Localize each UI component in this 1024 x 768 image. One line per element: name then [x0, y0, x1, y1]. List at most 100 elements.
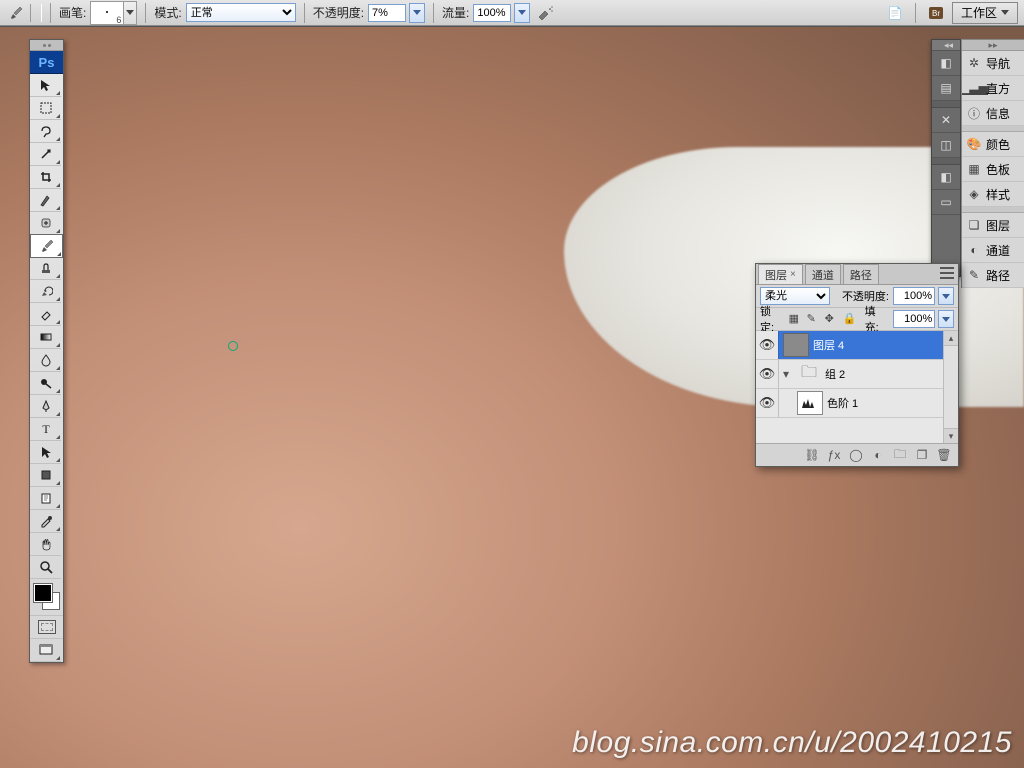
- paths-icon: ✎: [966, 267, 982, 283]
- color-swatches[interactable]: [30, 579, 63, 616]
- scrollbar[interactable]: [943, 331, 958, 443]
- layer-name[interactable]: 组 2: [825, 366, 845, 382]
- brush-tool[interactable]: [30, 234, 63, 258]
- pen-tool[interactable]: [30, 395, 61, 418]
- airbrush-toggle-icon[interactable]: [536, 3, 556, 23]
- histogram-icon: ▁▃▅: [966, 80, 982, 96]
- zoom-tool[interactable]: [30, 556, 61, 579]
- foreground-color[interactable]: [34, 584, 52, 602]
- type-tool[interactable]: T: [30, 418, 61, 441]
- dock-navigator-icon[interactable]: ◧: [932, 51, 960, 76]
- path-select-tool[interactable]: [30, 441, 61, 464]
- opacity-input[interactable]: [368, 4, 406, 22]
- grip-icon[interactable]: [30, 4, 42, 22]
- bridge-icon[interactable]: Br: [926, 3, 946, 23]
- adjustment-layer-icon[interactable]: ◐: [870, 447, 886, 463]
- delete-layer-icon[interactable]: 🗑: [936, 447, 952, 463]
- clone-stamp-tool[interactable]: [30, 257, 61, 280]
- new-layer-icon[interactable]: ❐: [914, 447, 930, 463]
- dock-histogram-icon[interactable]: ▤: [932, 76, 960, 101]
- lock-transparency-icon[interactable]: ▦: [789, 312, 803, 326]
- move-tool[interactable]: [30, 74, 61, 97]
- separator: [304, 3, 305, 23]
- eraser-tool[interactable]: [30, 303, 61, 326]
- swatches-panel-button[interactable]: ▦色板: [962, 157, 1024, 182]
- layer-list: 👁 图层 4 👁 ▾ 🗀 组 2 👁 色阶 1: [756, 331, 958, 444]
- blend-mode-select[interactable]: 正常: [186, 3, 296, 22]
- magic-wand-tool[interactable]: [30, 143, 61, 166]
- opacity-flyout-button[interactable]: [409, 3, 425, 23]
- hand-tool[interactable]: [30, 533, 61, 556]
- layer-thumb[interactable]: [783, 333, 809, 357]
- history-brush-tool[interactable]: [30, 280, 61, 303]
- new-group-icon[interactable]: 🗀: [892, 447, 908, 463]
- layer-name[interactable]: 图层 4: [813, 337, 844, 353]
- visibility-toggle[interactable]: 👁: [756, 331, 779, 359]
- quick-mask-toggle[interactable]: [30, 616, 63, 639]
- close-icon[interactable]: ×: [790, 269, 796, 280]
- panel-grip[interactable]: [30, 40, 63, 51]
- dock-brushes-icon[interactable]: ✕: [932, 108, 960, 133]
- dodge-tool[interactable]: [30, 372, 61, 395]
- opacity-flyout[interactable]: [938, 287, 954, 305]
- gradient-tool[interactable]: [30, 326, 61, 349]
- visibility-toggle[interactable]: 👁: [756, 389, 779, 417]
- ps-logo-icon[interactable]: Ps: [30, 51, 63, 74]
- tab-paths[interactable]: 路径: [843, 264, 879, 284]
- tab-layers[interactable]: 图层×: [758, 264, 803, 284]
- styles-icon: ◈: [966, 186, 982, 202]
- svg-text:T: T: [42, 422, 50, 436]
- color-panel-button[interactable]: 🎨颜色: [962, 132, 1024, 157]
- lock-all-icon[interactable]: 🔒: [843, 312, 857, 326]
- histogram-panel-button[interactable]: ▁▃▅直方: [962, 76, 1024, 101]
- folder-icon: 🗀: [797, 363, 821, 385]
- dock-expand-button[interactable]: ◂◂: [932, 40, 960, 51]
- styles-panel-button[interactable]: ◈样式: [962, 182, 1024, 207]
- link-layers-icon[interactable]: ⛓: [804, 447, 820, 463]
- lock-position-icon[interactable]: ✥: [825, 312, 839, 326]
- panel-tabs: 图层× 通道 路径: [756, 264, 958, 285]
- layer-mask-icon[interactable]: ◯: [848, 447, 864, 463]
- channels-panel-button[interactable]: ◐通道: [962, 238, 1024, 263]
- dock-actions-icon[interactable]: ▭: [932, 190, 960, 215]
- layer-name[interactable]: 色阶 1: [827, 395, 858, 411]
- workspace-menu[interactable]: 工作区: [952, 2, 1018, 24]
- flow-flyout-button[interactable]: [514, 3, 530, 23]
- fill-flyout[interactable]: [938, 310, 954, 328]
- blur-tool[interactable]: [30, 349, 61, 372]
- visibility-toggle[interactable]: 👁: [756, 360, 779, 388]
- notes-tool[interactable]: [30, 487, 61, 510]
- chevron-down-icon[interactable]: [124, 1, 137, 25]
- healing-brush-tool[interactable]: [30, 212, 61, 235]
- layer-opacity-input[interactable]: [893, 287, 935, 305]
- dock-tool-presets-icon[interactable]: ◫: [932, 133, 960, 158]
- layer-row[interactable]: 👁 图层 4: [756, 331, 958, 360]
- screen-mode-toggle[interactable]: [30, 639, 61, 662]
- layer-row[interactable]: 👁 色阶 1: [756, 389, 958, 418]
- crop-tool[interactable]: [30, 166, 61, 189]
- dock-layer-comps-icon[interactable]: ◧: [932, 165, 960, 190]
- disclosure-icon[interactable]: ▾: [779, 367, 793, 381]
- panel-menu-icon[interactable]: [940, 267, 954, 279]
- options-bar: 画笔: 6 模式: 正常 不透明度: 流量: 📄 Br 工作区: [0, 0, 1024, 26]
- shape-tool[interactable]: [30, 464, 61, 487]
- slice-tool[interactable]: [30, 189, 61, 212]
- info-panel-button[interactable]: ⓘ信息: [962, 101, 1024, 126]
- separator: [915, 3, 916, 23]
- marquee-tool[interactable]: [30, 97, 61, 120]
- layer-fx-icon[interactable]: ƒx: [826, 447, 842, 463]
- dock-collapse-button[interactable]: ▸▸: [962, 40, 1024, 51]
- layer-fill-input[interactable]: [893, 310, 935, 328]
- lasso-tool[interactable]: [30, 120, 61, 143]
- layers-panel-button[interactable]: ❏图层: [962, 213, 1024, 238]
- lock-pixels-icon[interactable]: ✎: [807, 312, 821, 326]
- brush-tool-icon[interactable]: [6, 3, 26, 23]
- paths-panel-button[interactable]: ✎路径: [962, 263, 1024, 288]
- layer-row[interactable]: 👁 ▾ 🗀 组 2: [756, 360, 958, 389]
- tab-channels[interactable]: 通道: [805, 264, 841, 284]
- brush-preset-picker[interactable]: 6: [90, 1, 137, 25]
- navigator-panel-button[interactable]: ✲导航: [962, 51, 1024, 76]
- file-browser-icon[interactable]: 📄: [885, 3, 905, 23]
- flow-input[interactable]: [473, 4, 511, 22]
- eyedropper-tool[interactable]: [30, 510, 61, 533]
